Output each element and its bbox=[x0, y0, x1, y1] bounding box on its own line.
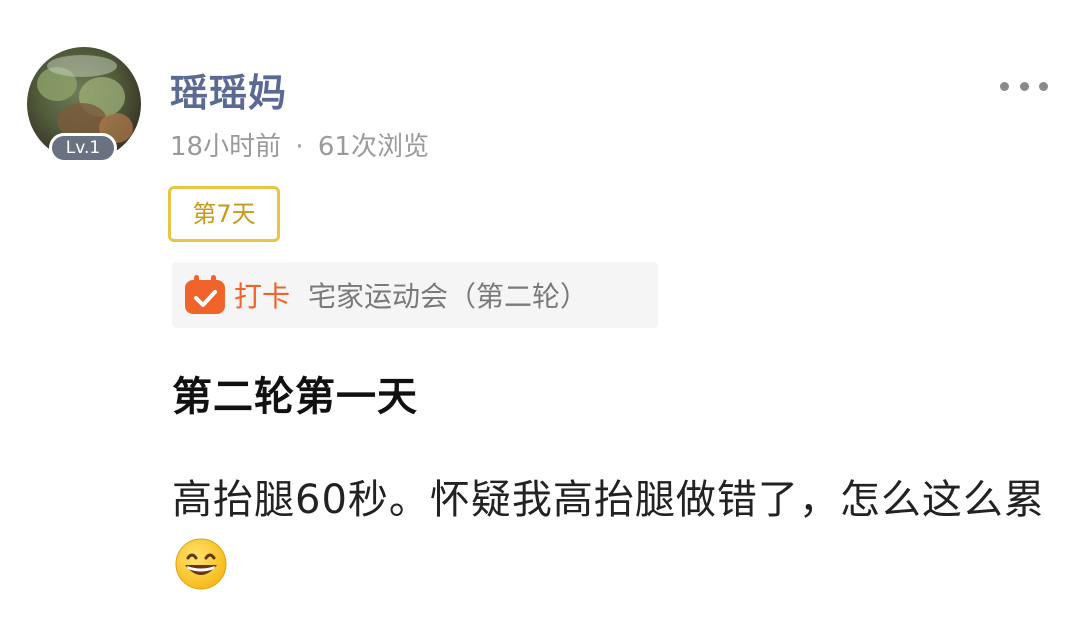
post-body: 高抬腿60秒。怀疑我高抬腿做错了，怎么这么累 bbox=[172, 466, 1052, 602]
username[interactable]: 瑶瑶妈 bbox=[170, 62, 287, 117]
day-tag[interactable]: 第7天 bbox=[168, 186, 280, 242]
post-body-text: 高抬腿60秒。怀疑我高抬腿做错了，怎么这么累 bbox=[172, 477, 1045, 523]
checkin-topic: 宅家运动会（第二轮） bbox=[308, 280, 589, 313]
grinning-face-icon bbox=[174, 537, 228, 591]
checkin-label: 打卡 bbox=[234, 280, 291, 313]
more-options-button[interactable] bbox=[1000, 78, 1048, 94]
post-meta: 18小时前 · 61次浏览 bbox=[170, 126, 429, 163]
post-card: Lv.1 瑶瑶妈 18小时前 · 61次浏览 第7天 打卡 宅家运动会（第二轮）… bbox=[0, 0, 1080, 635]
view-count: 61次浏览 bbox=[317, 132, 429, 162]
post-title: 第二轮第一天 bbox=[172, 374, 418, 420]
meta-separator: · bbox=[295, 132, 304, 162]
more-dots-icon bbox=[1000, 81, 1009, 91]
post-time: 18小时前 bbox=[170, 132, 282, 162]
level-badge: Lv.1 bbox=[49, 133, 117, 163]
checkin-topic-link[interactable]: 打卡 宅家运动会（第二轮） bbox=[172, 262, 658, 328]
avatar-container[interactable]: Lv.1 bbox=[27, 47, 141, 165]
calendar-check-icon bbox=[184, 275, 226, 315]
